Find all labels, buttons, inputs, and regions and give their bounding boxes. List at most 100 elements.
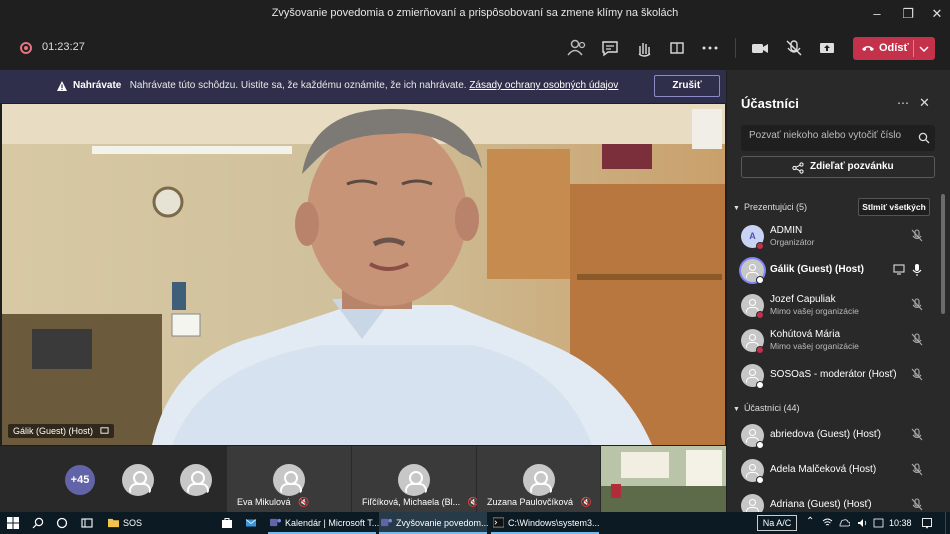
meeting-timer: 01:23:27 (42, 41, 85, 53)
participant-name: abriedova (Guest) (Hosť) (770, 429, 882, 440)
participant-row-galik[interactable]: Gálik (Guest) (Host) (727, 253, 940, 287)
taskbar-item-calendar[interactable]: Kalendár | Microsoft T... (268, 512, 380, 534)
taskbar-label: Kalendár | Microsoft T... (285, 518, 380, 528)
participant-tile-zuzana[interactable]: Zuzana Paulovčíková 🔇 (477, 446, 600, 512)
participant-row-sosoas[interactable]: SOSOaS - moderátor (Hosť) (727, 358, 940, 392)
microphone-muted-icon[interactable] (782, 36, 806, 60)
taskbar-item-cmd[interactable]: C:\Windows\system3... (491, 512, 600, 534)
minimize-button[interactable]: – (862, 4, 892, 24)
participant-name: Fiľčíková, Michaela (Bl... 🔇 (362, 497, 479, 508)
phone-hangup-icon (862, 46, 874, 51)
participant-tile-michaela[interactable]: Fiľčíková, Michaela (Bl... 🔇 (352, 446, 479, 512)
cmd-icon (493, 517, 504, 528)
mic-muted-icon (911, 333, 923, 346)
chevron-up-icon[interactable]: ⌃ (806, 516, 814, 527)
input-indicator[interactable]: Na A/C (757, 515, 797, 531)
share-screen-icon[interactable] (815, 36, 839, 60)
participant-row-malcekova[interactable]: Adela Malčeková (Host) (727, 453, 940, 487)
taskbar-clock[interactable]: 10:38 (889, 518, 912, 528)
share-icon (792, 162, 804, 174)
participant-row-admin[interactable]: A ADMIN Organizátor (727, 219, 940, 253)
store-icon[interactable] (221, 517, 233, 529)
task-view-icon[interactable] (81, 517, 93, 529)
participants-panel: Účastníci ⋯ ✕ Zdieľať pozvánku ▼Prezentu… (727, 70, 950, 512)
more-participants-button[interactable]: +45 (65, 465, 95, 495)
panel-more-icon[interactable]: ⋯ (897, 96, 909, 110)
mute-all-button[interactable]: Stlmiť všetkých (858, 198, 930, 216)
mic-muted-icon: 🔇 (580, 497, 592, 507)
raise-hand-icon[interactable] (632, 36, 656, 60)
dismiss-banner-button[interactable]: Zrušiť (654, 75, 720, 97)
taskbar-item-meeting[interactable]: Zvyšovanie povedom... (379, 512, 489, 534)
share-invite-button[interactable]: Zdieľať pozvánku (741, 156, 935, 178)
leave-button[interactable]: Odísť (853, 37, 935, 60)
volume-icon[interactable] (857, 518, 868, 528)
participant-tile-eva[interactable]: Eva Mikulová 🔇 (227, 446, 351, 512)
participant-name-text: Fiľčíková, Michaela (Bl... (362, 497, 461, 507)
participant-name: Adriana (Guest) (Hosť) (770, 499, 872, 510)
person-head (749, 499, 756, 506)
participant-org: Mimo vašej organizácie (770, 341, 859, 351)
attendees-header[interactable]: ▼ Účastníci (44) (733, 403, 799, 413)
notifications-icon[interactable] (921, 517, 933, 529)
participant-row-capuliak[interactable]: Jozef Capuliak Mimo vašej organizácie (727, 288, 940, 322)
recording-icon (20, 42, 32, 54)
chevron-down-icon[interactable] (919, 45, 929, 53)
privacy-policy-link[interactable]: Zásady ochrany osobných údajov (469, 80, 618, 91)
close-window-button[interactable]: ✕ (922, 4, 950, 24)
chat-icon[interactable] (598, 36, 622, 60)
panel-scrollbar[interactable] (941, 194, 945, 314)
title-bar: Zvyšovanie povedomia o zmierňovaní a pri… (0, 0, 950, 28)
network-icon[interactable] (822, 518, 833, 528)
warning-icon (57, 81, 67, 91)
onedrive-icon[interactable] (839, 518, 850, 528)
maximize-button[interactable]: ❐ (893, 4, 923, 24)
presenters-header[interactable]: ▼ Prezentujúci (5) (733, 202, 807, 212)
taskbar-label: SOS (123, 518, 143, 528)
more-options-icon[interactable] (698, 36, 722, 60)
participant-video-tile[interactable] (601, 446, 726, 512)
share-invite-label: Zdieľať pozvánku (810, 161, 894, 172)
participant-name: Zuzana Paulovčíková 🔇 (487, 497, 592, 508)
participant-name: ADMIN (770, 225, 803, 236)
mic-muted-icon (911, 298, 923, 311)
camera-icon[interactable] (748, 36, 772, 60)
teams-icon (381, 518, 392, 527)
participant-name: Kohútová Mária (770, 329, 841, 340)
avatar (398, 464, 430, 496)
mic-muted-icon (911, 428, 923, 441)
participant-row-abriedova[interactable]: abriedova (Guest) (Hosť) (727, 418, 940, 452)
avatar (741, 494, 764, 512)
participants-icon[interactable] (565, 36, 589, 60)
language-icon[interactable] (873, 518, 884, 528)
banner-message: Nahrávate túto schôdzu. Uistite sa, že k… (129, 80, 467, 91)
search-icon[interactable] (32, 517, 44, 529)
collapse-caret-icon: ▼ (733, 406, 740, 413)
spotlight-icon (99, 427, 109, 434)
status-badge (756, 276, 764, 284)
mail-icon[interactable] (245, 517, 257, 529)
main-video: Gálik (Guest) (Host) (2, 104, 725, 445)
participant-tile[interactable] (168, 446, 226, 512)
search-icon[interactable] (918, 132, 930, 144)
close-panel-icon[interactable]: ✕ (919, 95, 930, 111)
avatar (122, 464, 154, 496)
room-video-thumbnail (601, 446, 726, 512)
speaker-video-frame (2, 104, 725, 445)
person-head (749, 369, 756, 376)
participant-row-adriana[interactable]: Adriana (Guest) (Hosť) (727, 488, 940, 512)
taskbar-label: Zvyšovanie povedom... (396, 518, 489, 528)
windows-start-icon[interactable] (7, 517, 19, 529)
taskbar-item-sos[interactable]: SOS (106, 512, 146, 534)
invite-search[interactable] (741, 125, 935, 151)
participant-tile[interactable] (108, 446, 168, 512)
rooms-icon[interactable] (665, 36, 689, 60)
teams-icon (270, 518, 281, 527)
show-desktop-button[interactable] (945, 512, 948, 534)
leave-label: Odísť (879, 42, 909, 54)
cortana-icon[interactable] (56, 517, 68, 529)
avatar (273, 464, 305, 496)
participant-row-kohutova[interactable]: Kohútová Mária Mimo vašej organizácie (727, 323, 940, 357)
invite-search-input[interactable] (749, 130, 914, 141)
participant-name: Gálik (Guest) (Host) (770, 264, 864, 275)
